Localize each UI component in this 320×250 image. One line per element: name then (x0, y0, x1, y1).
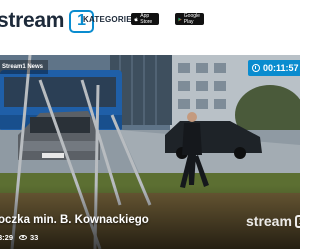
stream1-logo[interactable]: stream 1 (0, 9, 95, 33)
watermark-text: stream (246, 213, 292, 229)
apple-icon (134, 16, 138, 21)
app-store-button[interactable]: App Store (131, 13, 159, 25)
video-meta: 3:29 33 (0, 233, 38, 242)
duration-badge: 00:11:57 (248, 60, 300, 76)
eye-icon (19, 235, 28, 240)
logo-text: stream (0, 9, 65, 32)
watermark-badge: 1 (294, 214, 308, 228)
google-play-label: Google Play (183, 13, 200, 25)
view-count: 33 (30, 233, 39, 242)
google-play-button[interactable]: Google Play (175, 13, 204, 25)
site-header: stream 1 KATEGORIE App Store Google Play (0, 0, 300, 44)
duration-text: 00:11:57 (263, 63, 299, 73)
channel-badge-label: Stream1 News (2, 64, 44, 70)
channel-badge: Stream1 News (0, 60, 49, 74)
nav-kategorie[interactable]: KATEGORIE (83, 15, 132, 24)
video-time: 3:29 (0, 233, 14, 242)
google-play-icon (178, 17, 182, 21)
clock-icon (252, 64, 260, 72)
video-title[interactable]: oczka min. B. Kownackiego (0, 214, 149, 226)
stream1-watermark: stream 1 (246, 213, 308, 229)
app-store-label: App Store (140, 13, 153, 25)
